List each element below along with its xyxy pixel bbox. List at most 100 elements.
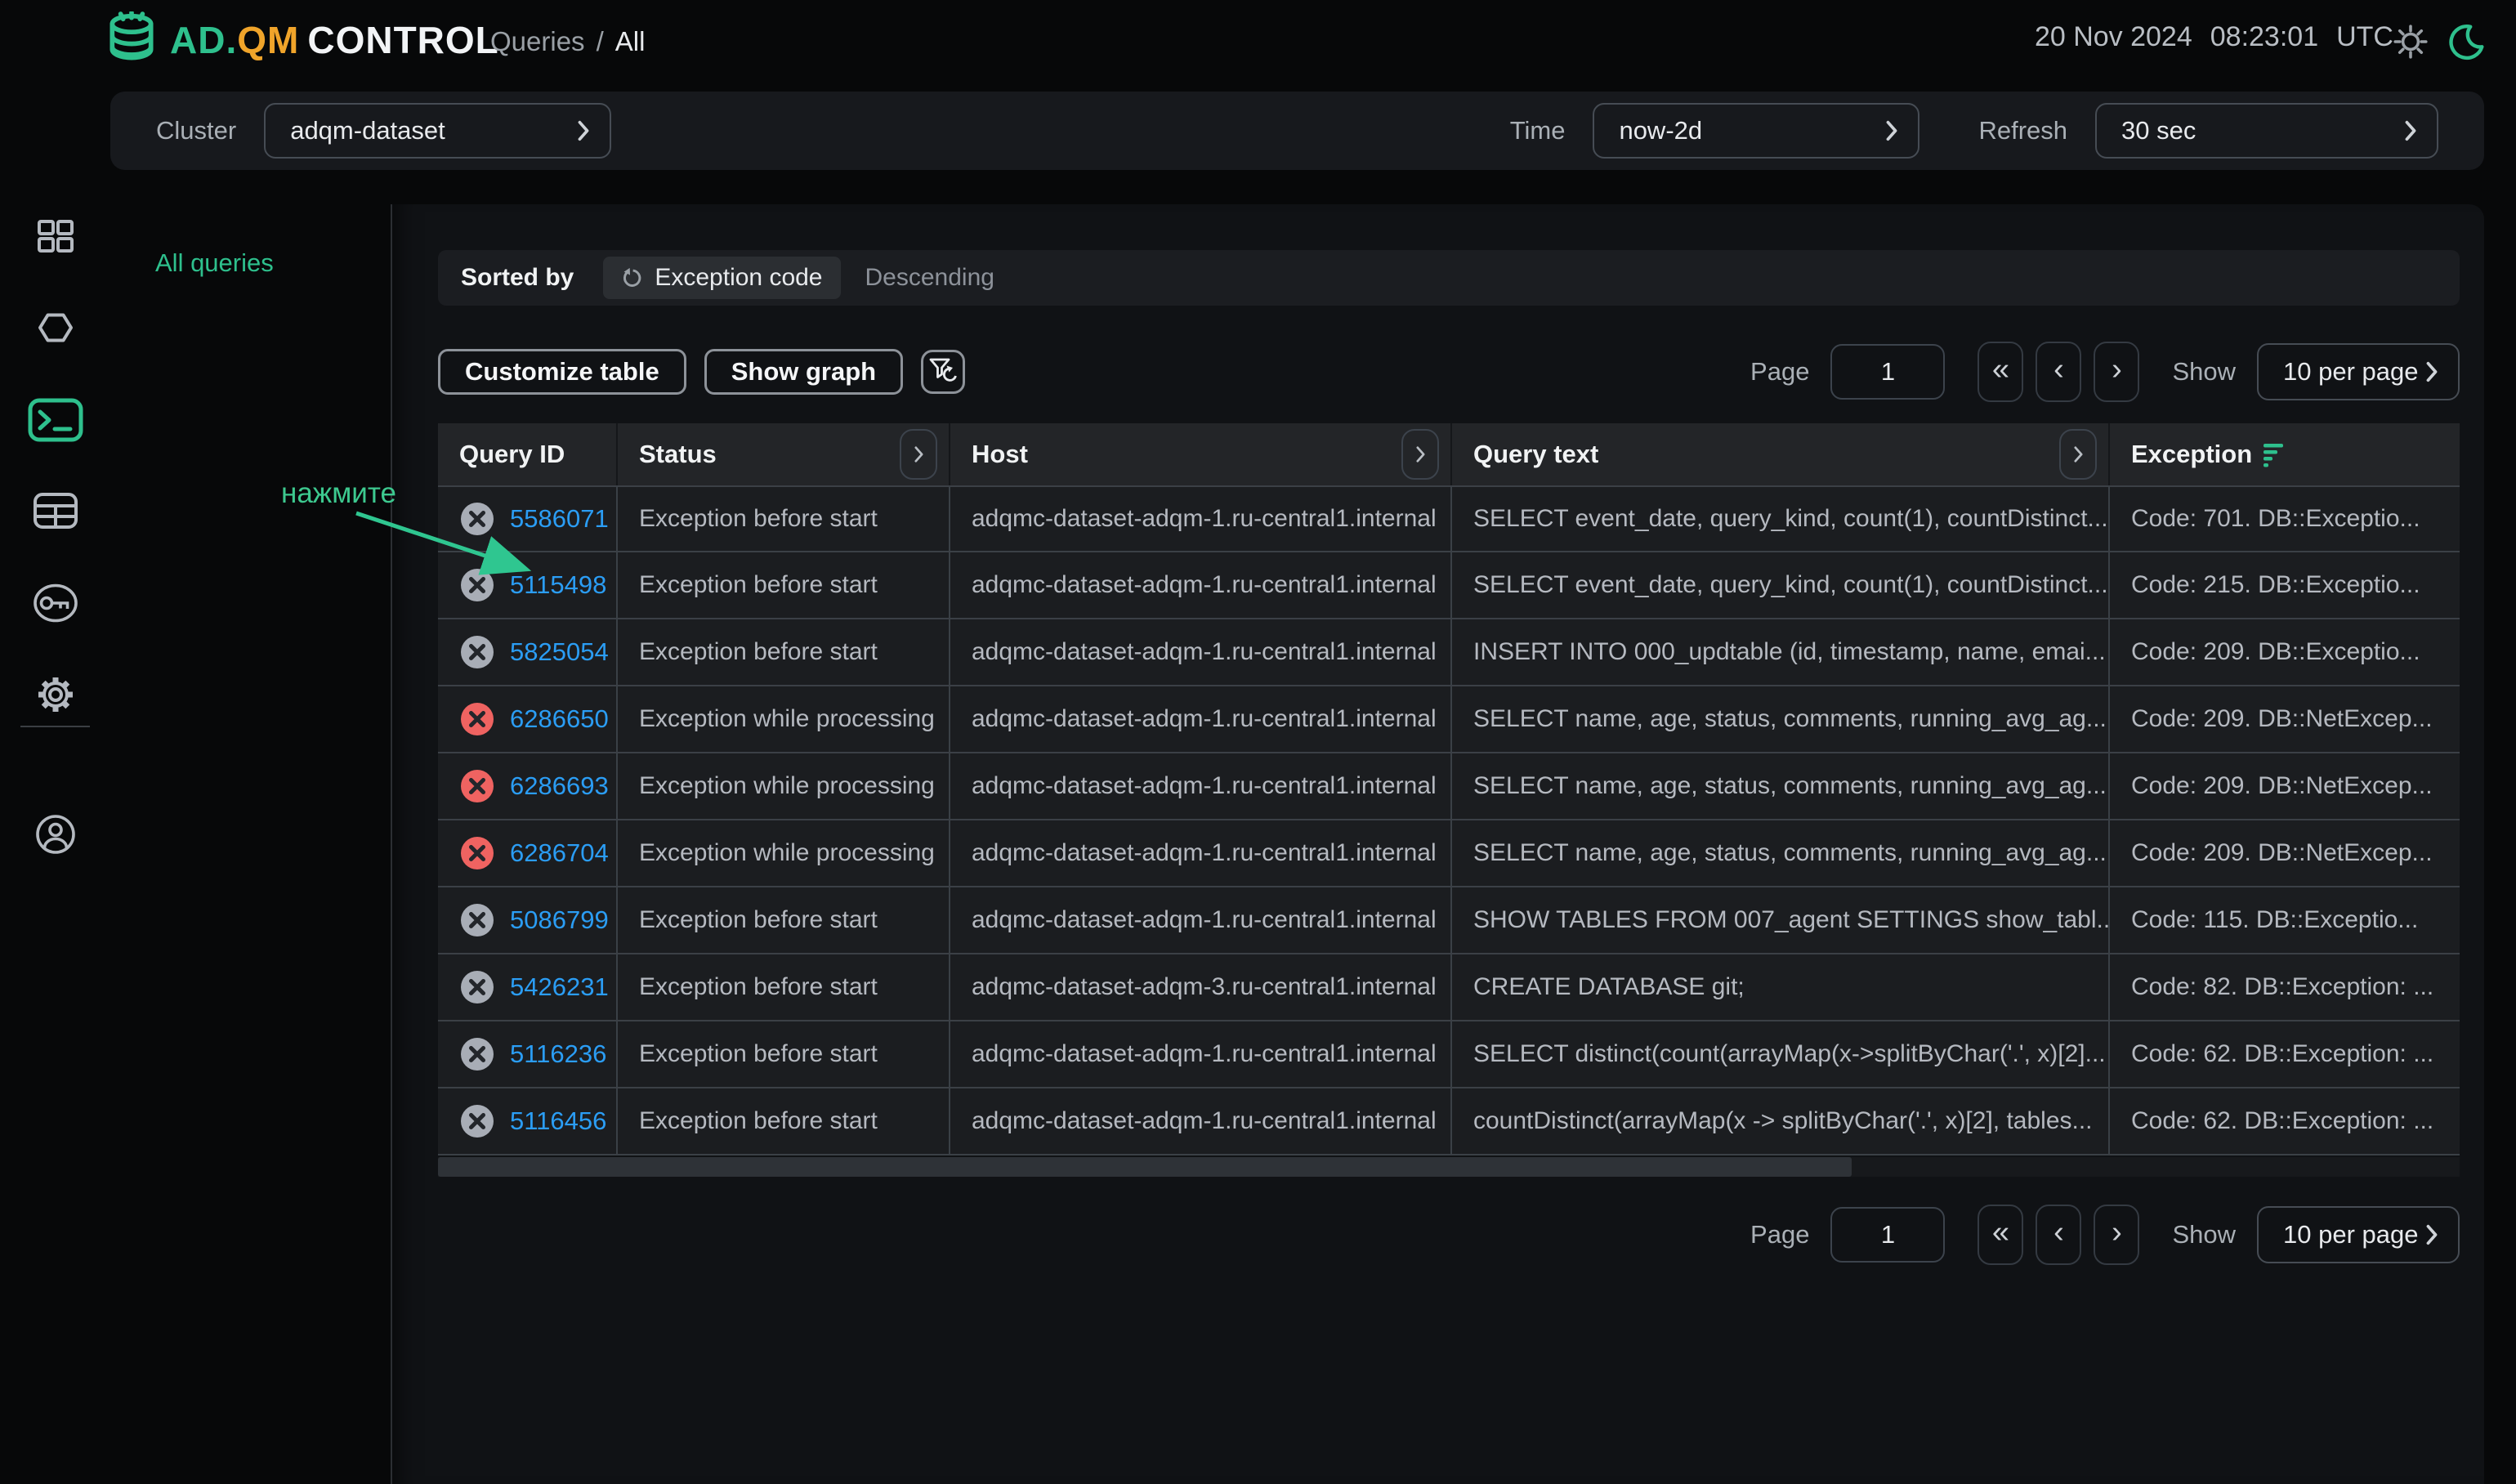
settings-gear-icon[interactable] <box>0 673 110 716</box>
query-id-cell: 5116236 <box>438 1021 618 1087</box>
queries-terminal-icon[interactable] <box>0 398 110 442</box>
table-row[interactable]: 5086799 Exception before start adqmc-dat… <box>438 887 2460 954</box>
table-row[interactable]: 5116456 Exception before start adqmc-dat… <box>438 1088 2460 1155</box>
chevron-right-icon <box>2425 1223 2438 1246</box>
per-page-select[interactable]: 10 per page <box>2257 343 2460 400</box>
query-id-link[interactable]: 5825054 <box>510 637 609 667</box>
query-id-link[interactable]: 5426231 <box>510 972 609 1002</box>
column-header-status: Status <box>618 423 950 485</box>
query-id-link[interactable]: 5086799 <box>510 905 609 935</box>
query-id-link[interactable]: 5116456 <box>510 1106 606 1136</box>
logo-database-icon <box>105 11 159 69</box>
table-row[interactable]: 5586071 Exception before start adqmc-dat… <box>438 485 2460 552</box>
sorted-by-label: Sorted by <box>461 264 574 292</box>
chevron-right-icon <box>577 119 590 142</box>
sun-icon[interactable] <box>2392 23 2429 65</box>
table-row[interactable]: 6286693 Exception while processing adqmc… <box>438 753 2460 820</box>
user-profile-icon[interactable] <box>0 813 110 856</box>
query-id-link[interactable]: 6286650 <box>510 704 609 734</box>
status-icon <box>459 1103 495 1139</box>
host-cell: adqmc-dataset-adqm-1.ru-central1.interna… <box>950 1021 1452 1087</box>
next-page-button[interactable]: › <box>2094 342 2139 402</box>
expand-column-button[interactable] <box>900 429 937 480</box>
refresh-interval-select[interactable]: 30 sec <box>2095 103 2438 159</box>
first-page-button[interactable]: « <box>1977 1205 2023 1265</box>
host-cell: adqmc-dataset-adqm-1.ru-central1.interna… <box>950 1088 1452 1154</box>
query-id-link[interactable]: 6286693 <box>510 771 609 801</box>
query-id-link[interactable]: 5116236 <box>510 1039 606 1069</box>
table-row[interactable]: 5115498 Exception before start adqmc-dat… <box>438 552 2460 619</box>
query-id-link[interactable]: 5115498 <box>510 570 606 600</box>
access-key-icon[interactable] <box>0 582 110 624</box>
per-page-select[interactable]: 10 per page <box>2257 1206 2460 1263</box>
expand-column-button[interactable] <box>2059 429 2097 480</box>
query-id-cell: 6286704 <box>438 820 618 886</box>
clock-timezone: UTC <box>2336 21 2393 53</box>
time-range-select[interactable]: now-2d <box>1593 103 1919 159</box>
query-id-cell: 5586071 <box>438 487 618 551</box>
app-window: AD.QMCONTROL Queries / All 20 Nov 2024 0… <box>0 0 2516 1484</box>
breadcrumb-section[interactable]: Queries <box>490 26 585 57</box>
sidebar-item-all-queries[interactable]: All queries <box>155 248 274 278</box>
customize-table-button[interactable]: Customize table <box>438 349 686 395</box>
query-text-cell: SHOW TABLES FROM 007_agent SETTINGS show… <box>1452 887 2110 953</box>
page-number-input[interactable] <box>1830 344 1945 400</box>
table-row[interactable]: 6286704 Exception while processing adqmc… <box>438 820 2460 887</box>
page-number-input[interactable] <box>1830 1207 1945 1263</box>
sort-field-value: Exception code <box>655 264 822 292</box>
horizontal-scrollbar <box>438 1157 2460 1177</box>
cluster-select[interactable]: adqm-dataset <box>264 103 611 159</box>
prev-page-button[interactable]: ‹ <box>2036 342 2081 402</box>
status-cell: Exception before start <box>618 619 950 685</box>
queries-table: Query ID Status Host Query text Exceptio… <box>438 423 2460 1155</box>
sort-direction[interactable]: Descending <box>865 264 994 292</box>
filter-reset-button[interactable] <box>921 350 965 394</box>
status-icon <box>459 634 495 670</box>
status-icon <box>459 768 495 804</box>
next-page-button[interactable]: › <box>2094 1205 2139 1265</box>
refresh-interval-value: 30 sec <box>2121 116 2196 145</box>
table-row[interactable]: 5426231 Exception before start adqmc-dat… <box>438 954 2460 1021</box>
sidebar-divider <box>20 726 90 727</box>
cluster-label: Cluster <box>156 116 236 145</box>
query-text-cell: CREATE DATABASE git; <box>1452 954 2110 1020</box>
exception-cell: Code: 209. DB::NetExcep... <box>2110 686 2460 752</box>
dashboard-icon[interactable] <box>0 215 110 257</box>
query-text-cell: SELECT distinct(count(arrayMap(x->splitB… <box>1452 1021 2110 1087</box>
main-panel: Sorted by Exception code Descending Cust… <box>392 204 2484 1484</box>
table-row[interactable]: 5825054 Exception before start adqmc-dat… <box>438 619 2460 686</box>
prev-page-button[interactable]: ‹ <box>2036 1205 2081 1265</box>
cluster-hexagon-icon[interactable] <box>0 306 110 349</box>
chevron-right-icon <box>2404 119 2417 142</box>
exception-cell: Code: 701. DB::Exceptio... <box>2110 487 2460 551</box>
table-row[interactable]: 6286650 Exception while processing adqmc… <box>438 686 2460 753</box>
table-row[interactable]: 5116236 Exception before start adqmc-dat… <box>438 1021 2460 1088</box>
status-cell: Exception while processing <box>618 686 950 752</box>
annotation-label: нажмите <box>281 477 396 510</box>
status-icon <box>459 701 495 737</box>
query-id-cell: 6286650 <box>438 686 618 752</box>
status-icon <box>459 835 495 871</box>
first-page-button[interactable]: « <box>1977 342 2023 402</box>
query-id-cell: 5116456 <box>438 1088 618 1154</box>
show-graph-button[interactable]: Show graph <box>704 349 903 395</box>
sort-field-chip[interactable]: Exception code <box>603 257 840 299</box>
column-header-exception[interactable]: Exception <box>2110 423 2460 485</box>
host-cell: adqmc-dataset-adqm-1.ru-central1.interna… <box>950 887 1452 953</box>
exception-cell: Code: 115. DB::Exceptio... <box>2110 887 2460 953</box>
pagination-bottom: Page « ‹ › Show 10 per page <box>1750 1205 2460 1265</box>
filter-reset-icon <box>927 355 959 389</box>
query-id-link[interactable]: 6286704 <box>510 838 609 868</box>
host-cell: adqmc-dataset-adqm-1.ru-central1.interna… <box>950 552 1452 618</box>
sidebar <box>0 0 110 1484</box>
status-icon <box>459 969 495 1005</box>
expand-column-button[interactable] <box>1401 429 1439 480</box>
breadcrumb-current: All <box>615 26 646 57</box>
app-logo: AD.QMCONTROL <box>105 11 499 69</box>
scrollbar-thumb[interactable] <box>438 1157 1852 1177</box>
moon-icon[interactable] <box>2447 23 2485 65</box>
refresh-label: Refresh <box>1978 116 2067 145</box>
tables-icon[interactable] <box>0 492 110 530</box>
query-id-link[interactable]: 5586071 <box>510 504 609 534</box>
status-cell: Exception before start <box>618 1088 950 1154</box>
